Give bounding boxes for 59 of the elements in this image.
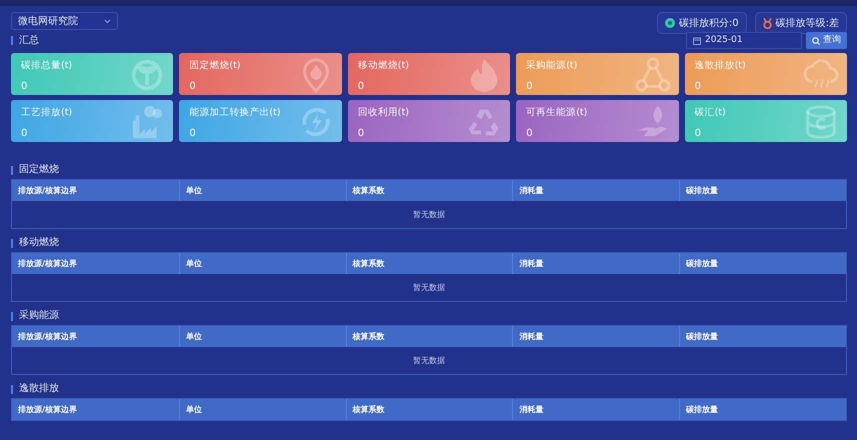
empty-message: 暂无数据 xyxy=(413,282,445,294)
column-header: 单位 xyxy=(178,326,346,347)
section-title: 移动燃烧 xyxy=(19,237,59,249)
column-header: 碳排放量 xyxy=(679,180,846,201)
card-label: 碳排总量(t) xyxy=(21,59,74,73)
calendar-icon xyxy=(693,36,701,44)
column-header: 消耗量 xyxy=(512,180,680,201)
card-label: 碳汇(t) xyxy=(694,106,727,120)
search-icon xyxy=(812,36,820,44)
section-title: 采购能源 xyxy=(19,310,59,322)
column-header: 核算系数 xyxy=(346,399,512,420)
card-value: 0 xyxy=(21,127,28,142)
badge-icon xyxy=(664,18,675,28)
column-header: 单位 xyxy=(178,253,346,274)
column-header: 单位 xyxy=(178,180,346,201)
card-value: 0 xyxy=(694,127,702,142)
card-value: 0 xyxy=(526,80,534,94)
card-value: 0 xyxy=(694,80,702,94)
column-header: 单位 xyxy=(178,399,346,420)
column-header: 排放源/核算边界 xyxy=(16,330,78,342)
column-header: 碳排放量 xyxy=(679,253,846,274)
column-header: 排放源/核算边界 xyxy=(16,258,78,270)
section-title: 汇总 xyxy=(19,34,39,46)
column-header: 碳排放量 xyxy=(679,326,846,347)
organization-select[interactable]: 微电网研究院 xyxy=(11,12,118,30)
column-header: 核算系数 xyxy=(346,326,512,347)
empty-message: 暂无数据 xyxy=(413,354,445,366)
card-value: 0 xyxy=(526,127,534,142)
card-label: 采购能源(t) xyxy=(526,59,578,73)
query-button[interactable]: 查询 xyxy=(806,32,847,49)
medal-icon xyxy=(762,18,772,28)
card-value: 0 xyxy=(189,80,197,94)
badge-label: 碳排放等级:差 xyxy=(776,16,839,30)
column-header: 排放源/核算边界 xyxy=(16,404,78,416)
card-label: 工艺排放(t) xyxy=(21,106,74,120)
column-header: 消耗量 xyxy=(512,253,680,274)
column-header: 消耗量 xyxy=(512,326,680,347)
card-value: 0 xyxy=(358,127,366,142)
card-value: 0 xyxy=(189,127,197,142)
column-header: 核算系数 xyxy=(346,253,512,274)
card-label: 可再生能源(t) xyxy=(526,106,588,120)
column-header: 核算系数 xyxy=(346,180,512,201)
chevron-down-icon xyxy=(104,18,111,24)
empty-message: 暂无数据 xyxy=(413,208,445,220)
date-field[interactable]: 2025-01 xyxy=(686,32,802,49)
section-title: 固定燃烧 xyxy=(19,164,59,176)
network-icon xyxy=(634,57,671,93)
card-label: 固定燃烧(t) xyxy=(189,59,242,73)
badge-label: 碳排放积分:0 xyxy=(678,16,739,30)
card-label: 移动燃烧(t) xyxy=(358,59,410,73)
card-label: 逸散排放(t) xyxy=(694,59,747,73)
column-header: 碳排放量 xyxy=(679,399,846,420)
card-label: 回收利用(t) xyxy=(358,106,410,120)
card-value: 0 xyxy=(21,80,28,94)
column-header: 消耗量 xyxy=(512,399,680,420)
card-label: 能源加工转换产出(t) xyxy=(189,106,282,120)
column-header: 排放源/核算边界 xyxy=(16,184,78,196)
card-value: 0 xyxy=(358,80,366,94)
section-title: 逸散排放 xyxy=(19,383,59,395)
